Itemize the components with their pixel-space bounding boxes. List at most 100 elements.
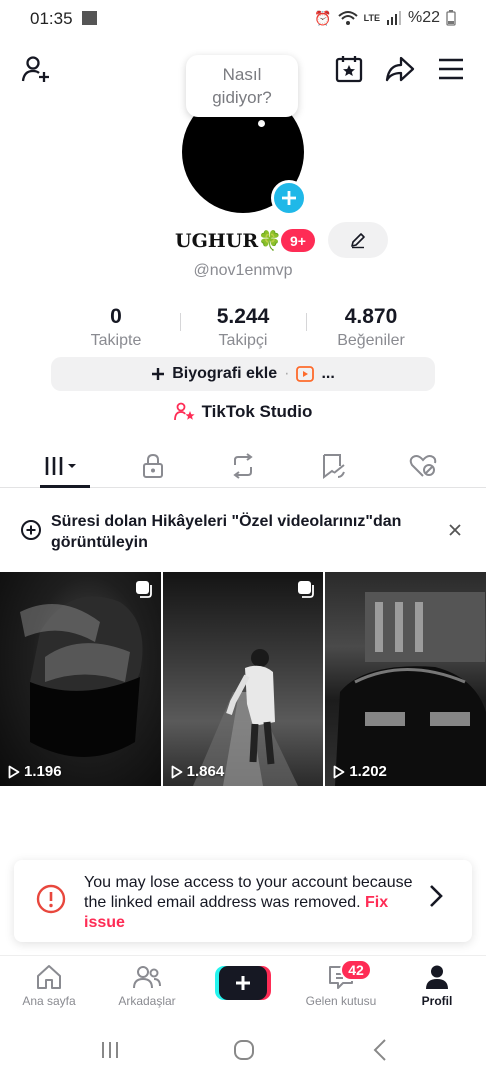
alert-message-text: You may lose access to your account beca… xyxy=(84,874,413,911)
tab-reposts[interactable] xyxy=(213,444,273,488)
warning-icon xyxy=(36,884,66,914)
status-icons: ⏰ LTE %22 xyxy=(314,9,456,27)
add-bio-label: Biyografi ekle xyxy=(172,365,278,382)
friends-icon xyxy=(133,966,161,989)
profile-tabs xyxy=(0,444,486,488)
play-icon xyxy=(8,765,20,778)
calendar-star-icon xyxy=(335,56,363,83)
inbox-badge: 42 xyxy=(340,959,372,981)
video-grid: 1.196 1.864 1.202 xyxy=(0,572,486,786)
account-alert-card[interactable]: You may lose access to your account beca… xyxy=(14,860,472,942)
nav-friends-label: Arkadaşlar xyxy=(118,994,176,1008)
pencil-icon xyxy=(351,233,365,249)
stat-followers-label: Takipçi xyxy=(218,332,268,349)
tiktok-studio-label: TikTok Studio xyxy=(201,402,313,421)
lte-label: LTE xyxy=(363,13,380,23)
thumbnail-image xyxy=(335,592,486,786)
status-time: 01:35 xyxy=(30,9,73,28)
share-button[interactable] xyxy=(382,52,418,86)
favorites-icon xyxy=(323,453,345,479)
nav-profile[interactable]: Profil xyxy=(392,964,482,1008)
multi-image-icon xyxy=(298,581,315,598)
video-views-count: 1.202 xyxy=(349,763,387,780)
studio-person-star-icon xyxy=(173,402,195,421)
plus-icon xyxy=(152,368,165,380)
stat-likes-label: Beğeniler xyxy=(337,332,405,349)
system-nav-bar xyxy=(0,1026,486,1080)
tooltip-line1: Nasıl xyxy=(222,65,262,84)
notification-badge[interactable]: 9+ xyxy=(281,229,315,252)
wifi-icon xyxy=(337,11,358,25)
tab-liked[interactable] xyxy=(393,444,453,488)
status-tooltip[interactable]: Nasıl gidiyor? xyxy=(186,55,298,117)
stat-followers-value: 5.244 xyxy=(216,305,270,328)
nav-inbox-label: Gelen kutusu xyxy=(305,994,377,1008)
stat-following[interactable]: 0 Takipte xyxy=(51,305,181,350)
bio-more: ... xyxy=(321,365,335,382)
calendar-button[interactable] xyxy=(332,52,366,86)
videos-grid-icon xyxy=(45,456,76,475)
video-views: 1.864 xyxy=(171,763,225,780)
create-plus-icon xyxy=(215,966,271,1000)
tab-active-indicator xyxy=(40,485,90,488)
battery-icon xyxy=(446,10,456,26)
thumbnail-image xyxy=(192,649,298,786)
profile-icon xyxy=(426,965,448,989)
stat-likes[interactable]: 4.870 Beğeniler xyxy=(306,305,436,350)
play-icon xyxy=(171,765,183,778)
edit-profile-button[interactable] xyxy=(328,222,388,258)
nav-home[interactable]: Ana sayfa xyxy=(4,964,94,1008)
video-views-count: 1.864 xyxy=(186,763,225,780)
app-notification-icon xyxy=(82,11,97,25)
add-story-icon xyxy=(21,520,41,540)
stat-followers[interactable]: 5.244 Takipçi xyxy=(178,305,308,350)
bio-separator: · xyxy=(284,365,290,382)
lock-icon xyxy=(143,453,163,478)
plus-icon xyxy=(282,191,296,205)
multi-image-icon xyxy=(135,581,152,598)
video-thumbnail[interactable]: 1.196 xyxy=(0,572,161,786)
dismiss-banner-button[interactable] xyxy=(444,518,466,542)
home-button-icon[interactable] xyxy=(233,1039,255,1061)
tab-private[interactable] xyxy=(123,444,183,488)
create-button[interactable] xyxy=(215,966,271,1000)
add-user-icon xyxy=(21,56,49,82)
status-bar: 01:35 ⏰ LTE %22 xyxy=(0,0,486,40)
battery-text: %22 xyxy=(407,9,440,26)
username-text: UGHUR xyxy=(175,230,259,252)
add-story-button[interactable] xyxy=(271,180,307,216)
tiktok-studio-button[interactable]: TikTok Studio xyxy=(0,402,486,422)
chevron-right-icon[interactable] xyxy=(428,884,444,908)
tab-favorites[interactable] xyxy=(303,444,363,488)
video-play-icon xyxy=(296,366,315,382)
stat-likes-value: 4.870 xyxy=(344,305,398,328)
add-bio-button[interactable]: Biyografi ekle · ... xyxy=(51,357,435,391)
nav-home-label: Ana sayfa xyxy=(22,994,76,1008)
tab-videos[interactable] xyxy=(33,444,93,488)
username-emoji: 🍀 xyxy=(258,230,282,252)
play-icon xyxy=(333,765,345,778)
signal-icon xyxy=(386,11,401,25)
story-banner-text[interactable]: Süresi dolan Hikâyeleri "Özel videoların… xyxy=(51,511,431,553)
video-views-count: 1.196 xyxy=(24,763,62,780)
tooltip-line2: gidiyor? xyxy=(212,88,272,107)
alarm-icon: ⏰ xyxy=(314,9,332,26)
menu-button[interactable] xyxy=(434,52,468,86)
profile-handle: @nov1enmvp xyxy=(193,262,293,279)
story-banner-icon-wrap xyxy=(20,519,42,541)
stat-following-value: 0 xyxy=(110,305,122,328)
back-icon[interactable] xyxy=(373,1038,387,1062)
video-thumbnail[interactable]: 1.202 xyxy=(325,572,486,786)
share-arrow-icon xyxy=(385,56,415,82)
liked-icon xyxy=(409,454,437,477)
video-thumbnail[interactable]: 1.864 xyxy=(162,572,324,786)
alert-message: You may lose access to your account beca… xyxy=(84,873,414,933)
repost-icon xyxy=(233,452,253,479)
close-icon xyxy=(449,524,461,536)
stat-following-label: Takipte xyxy=(90,332,142,349)
recent-apps-icon[interactable] xyxy=(100,1040,120,1060)
nav-friends[interactable]: Arkadaşlar xyxy=(102,964,192,1008)
video-views: 1.196 xyxy=(8,763,62,780)
thumbnail-image xyxy=(20,596,143,757)
add-friend-button[interactable] xyxy=(18,52,54,86)
